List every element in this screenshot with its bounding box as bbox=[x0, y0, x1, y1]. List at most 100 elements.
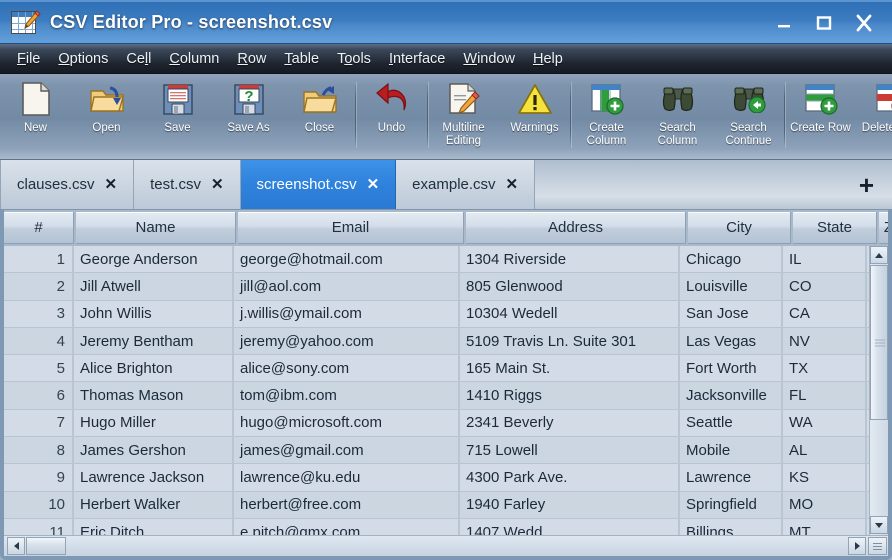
tab-screenshot-csv[interactable]: screenshot.csv ✕ bbox=[241, 160, 397, 209]
cell-name[interactable]: James Gershon bbox=[74, 437, 234, 463]
cell-num[interactable]: 6 bbox=[4, 382, 74, 408]
menu-column[interactable]: Column bbox=[160, 49, 228, 69]
cell-state[interactable]: TX bbox=[783, 355, 867, 381]
close-button[interactable] bbox=[844, 8, 884, 38]
cell-address[interactable]: 1940 Farley bbox=[460, 492, 680, 518]
cell-name[interactable]: Lawrence Jackson bbox=[74, 464, 234, 490]
cell-address[interactable]: 4300 Park Ave. bbox=[460, 464, 680, 490]
cell-name[interactable]: Hugo Miller bbox=[74, 410, 234, 436]
cell-num[interactable]: 2 bbox=[4, 273, 74, 299]
toolbar-multiline-editing-button[interactable]: Multiline Editing bbox=[428, 74, 499, 158]
scroll-down-button[interactable] bbox=[870, 516, 888, 534]
toolbar-close-button[interactable]: Close bbox=[284, 74, 355, 158]
column-header-city[interactable]: City bbox=[688, 212, 791, 244]
tab-example-csv[interactable]: example.csv ✕ bbox=[396, 160, 535, 209]
cell-state[interactable]: WA bbox=[783, 410, 867, 436]
cell-email[interactable]: hugo@microsoft.com bbox=[234, 410, 460, 436]
column-header-name[interactable]: Name bbox=[76, 212, 236, 244]
cell-num[interactable]: 8 bbox=[4, 437, 74, 463]
table-row[interactable]: 4Jeremy Benthamjeremy@yahoo.com5109 Trav… bbox=[4, 328, 888, 355]
cell-email[interactable]: james@gmail.com bbox=[234, 437, 460, 463]
maximize-button[interactable] bbox=[804, 8, 844, 38]
scroll-up-button[interactable] bbox=[870, 246, 888, 264]
cell-email[interactable]: jill@aol.com bbox=[234, 273, 460, 299]
cell-email[interactable]: lawrence@ku.edu bbox=[234, 464, 460, 490]
horizontal-scrollbar[interactable] bbox=[4, 535, 888, 556]
cell-city[interactable]: Fort Worth bbox=[680, 355, 783, 381]
scrollbar-corner-grip[interactable] bbox=[868, 537, 887, 555]
cell-address[interactable]: 1304 Riverside bbox=[460, 246, 680, 272]
toolbar-delete-row-button[interactable]: Delete Row bbox=[856, 74, 892, 158]
table-row[interactable]: 6Thomas Masontom@ibm.com1410 RiggsJackso… bbox=[4, 382, 888, 409]
tab-close-icon[interactable]: ✕ bbox=[506, 177, 519, 192]
toolbar-new-button[interactable]: New bbox=[0, 74, 71, 158]
cell-name[interactable]: Alice Brighton bbox=[74, 355, 234, 381]
cell-state[interactable]: CO bbox=[783, 273, 867, 299]
column-header-z[interactable]: Z bbox=[879, 212, 888, 244]
cell-state[interactable]: AL bbox=[783, 437, 867, 463]
menu-options[interactable]: Options bbox=[49, 49, 117, 69]
menu-table[interactable]: Table bbox=[275, 49, 328, 69]
cell-email[interactable]: george@hotmail.com bbox=[234, 246, 460, 272]
table-row[interactable]: 1George Andersongeorge@hotmail.com1304 R… bbox=[4, 246, 888, 273]
toolbar-warnings-button[interactable]: Warnings bbox=[499, 74, 570, 158]
menu-row[interactable]: Row bbox=[228, 49, 275, 69]
cell-city[interactable]: Mobile bbox=[680, 437, 783, 463]
cell-num[interactable]: 4 bbox=[4, 328, 74, 354]
cell-state[interactable]: CA bbox=[783, 301, 867, 327]
horizontal-scroll-thumb[interactable] bbox=[26, 537, 66, 555]
table-row[interactable]: 8James Gershonjames@gmail.com715 LowellM… bbox=[4, 437, 888, 464]
cell-name[interactable]: Herbert Walker bbox=[74, 492, 234, 518]
toolbar-search-continue-button[interactable]: Search Continue bbox=[713, 74, 784, 158]
menu-cell[interactable]: Cell bbox=[117, 49, 160, 69]
cell-email[interactable]: j.willis@ymail.com bbox=[234, 301, 460, 327]
cell-email[interactable]: herbert@free.com bbox=[234, 492, 460, 518]
cell-city[interactable]: Seattle bbox=[680, 410, 783, 436]
table-row[interactable]: 10Herbert Walkerherbert@free.com1940 Far… bbox=[4, 492, 888, 519]
menu-window[interactable]: Window bbox=[454, 49, 524, 69]
cell-state[interactable]: FL bbox=[783, 382, 867, 408]
toolbar-saveas-button[interactable]: ? Save As bbox=[213, 74, 284, 158]
column-header-email[interactable]: Email bbox=[238, 212, 464, 244]
menu-interface[interactable]: Interface bbox=[380, 49, 454, 69]
cell-name[interactable]: Jeremy Bentham bbox=[74, 328, 234, 354]
table-row[interactable]: 5Alice Brightonalice@sony.com165 Main St… bbox=[4, 355, 888, 382]
cell-name[interactable]: Thomas Mason bbox=[74, 382, 234, 408]
column-header-index[interactable]: # bbox=[4, 212, 74, 244]
cell-name[interactable]: Jill Atwell bbox=[74, 273, 234, 299]
cell-email[interactable]: jeremy@yahoo.com bbox=[234, 328, 460, 354]
menu-help[interactable]: Help bbox=[524, 49, 572, 69]
toolbar-undo-button[interactable]: Undo bbox=[356, 74, 427, 158]
toolbar-open-button[interactable]: Open bbox=[71, 74, 142, 158]
cell-email[interactable]: alice@sony.com bbox=[234, 355, 460, 381]
cell-address[interactable]: 1410 Riggs bbox=[460, 382, 680, 408]
cell-city[interactable]: San Jose bbox=[680, 301, 783, 327]
cell-name[interactable]: George Anderson bbox=[74, 246, 234, 272]
cell-num[interactable]: 1 bbox=[4, 246, 74, 272]
cell-num[interactable]: 9 bbox=[4, 464, 74, 490]
table-row[interactable]: 7Hugo Millerhugo@microsoft.com2341 Bever… bbox=[4, 410, 888, 437]
cell-state[interactable]: KS bbox=[783, 464, 867, 490]
cell-num[interactable]: 10 bbox=[4, 492, 74, 518]
tab-test-csv[interactable]: test.csv ✕ bbox=[134, 160, 240, 209]
tab-close-icon[interactable]: ✕ bbox=[105, 177, 118, 192]
cell-city[interactable]: Lawrence bbox=[680, 464, 783, 490]
toolbar-create-column-button[interactable]: Create Column bbox=[571, 74, 642, 158]
table-row[interactable]: 2Jill Atwelljill@aol.com805 GlenwoodLoui… bbox=[4, 273, 888, 300]
scroll-left-button[interactable] bbox=[7, 537, 25, 555]
toolbar-search-column-button[interactable]: Search Column bbox=[642, 74, 713, 158]
add-tab-button[interactable]: + bbox=[855, 172, 878, 198]
cell-city[interactable]: Jacksonville bbox=[680, 382, 783, 408]
table-row[interactable]: 3John Willisj.willis@ymail.com10304 Wede… bbox=[4, 301, 888, 328]
cell-address[interactable]: 2341 Beverly bbox=[460, 410, 680, 436]
tab-clauses-csv[interactable]: clauses.csv ✕ bbox=[0, 160, 134, 209]
minimize-button[interactable] bbox=[764, 8, 804, 38]
cell-num[interactable]: 5 bbox=[4, 355, 74, 381]
title-bar[interactable]: CSV Editor Pro - screenshot.csv bbox=[0, 0, 892, 44]
cell-name[interactable]: John Willis bbox=[74, 301, 234, 327]
cell-email[interactable]: tom@ibm.com bbox=[234, 382, 460, 408]
cell-city[interactable]: Springfield bbox=[680, 492, 783, 518]
tab-close-icon[interactable]: ✕ bbox=[211, 177, 224, 192]
toolbar-save-button[interactable]: Save bbox=[142, 74, 213, 158]
cell-state[interactable]: NV bbox=[783, 328, 867, 354]
